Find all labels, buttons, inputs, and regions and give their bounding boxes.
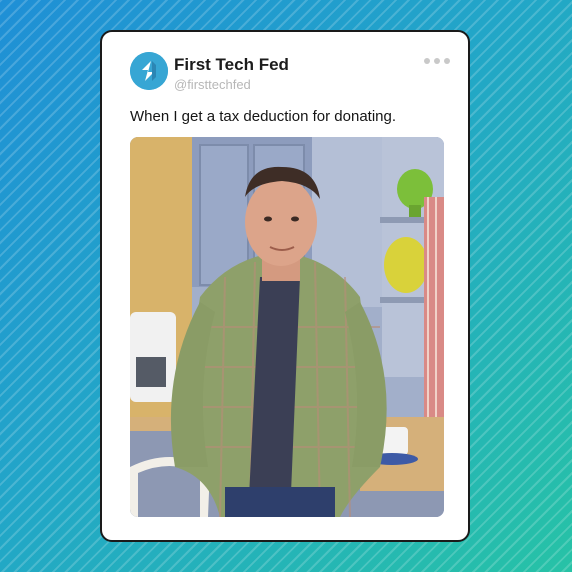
more-options-icon[interactable] [424, 54, 450, 68]
account-name[interactable]: First Tech Fed [174, 55, 289, 75]
avatar[interactable] [130, 52, 168, 90]
more-dot [424, 58, 430, 64]
post-caption: When I get a tax deduction for donating. [130, 108, 397, 125]
more-dot [434, 58, 440, 64]
social-post-card: First Tech Fed @firsttechfed When I get … [100, 30, 470, 542]
post-photo [130, 137, 444, 517]
first-tech-logo-icon [130, 52, 168, 90]
account-handle[interactable]: @firsttechfed [174, 77, 251, 92]
more-dot [444, 58, 450, 64]
